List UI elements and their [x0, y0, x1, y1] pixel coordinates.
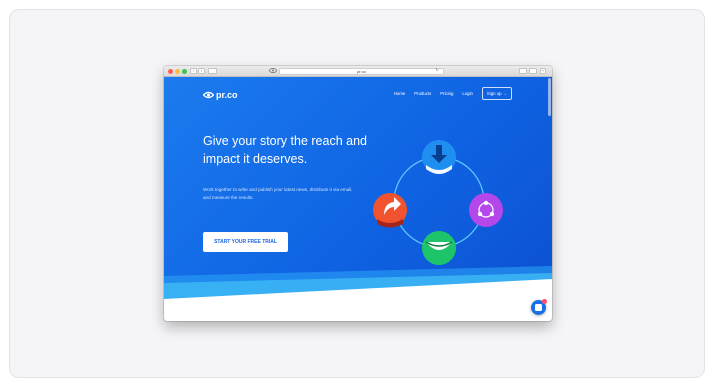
chat-bubble-icon [535, 304, 542, 311]
signup-button[interactable]: Sign up → [481, 87, 512, 100]
nav-pricing[interactable]: Pricing [440, 91, 453, 96]
pr-logo-icon [203, 91, 214, 99]
eye-icon[interactable] [268, 68, 277, 74]
site-logo[interactable]: pr.co [203, 90, 238, 100]
workflow-illustration [373, 140, 503, 265]
forward-button[interactable]: › [198, 68, 205, 74]
back-button[interactable]: ‹ [190, 68, 197, 74]
logo-text: pr.co [216, 90, 238, 100]
wave-footer [164, 266, 552, 321]
hero-subtitle: Work together to write and publish your … [203, 187, 353, 200]
start-free-trial-button[interactable]: START YOUR FREE TRIAL [203, 232, 288, 252]
chat-button[interactable] [531, 299, 547, 315]
top-nav: Home Products Pricing Login Sign up → [394, 87, 512, 100]
browser-window: ‹ › pr.co ↻ + pr.co Home Products Pricin… [164, 66, 552, 321]
reload-icon[interactable]: ↻ [434, 68, 440, 74]
nav-home[interactable]: Home [394, 91, 405, 96]
browser-titlebar: ‹ › pr.co ↻ + [164, 66, 552, 77]
network-icon [469, 193, 503, 227]
tabs-overview-icon[interactable] [529, 68, 537, 74]
maximize-window-button[interactable] [182, 69, 187, 74]
sidebar-toggle-icon[interactable] [208, 68, 217, 74]
nav-products[interactable]: Products [414, 91, 431, 96]
page-content: pr.co Home Products Pricing Login Sign u… [164, 77, 552, 321]
new-tab-icon[interactable]: + [540, 68, 546, 74]
scrollbar[interactable] [548, 78, 551, 116]
url-text: pr.co [357, 69, 366, 74]
hero-title: Give your story the reach and impact it … [203, 134, 367, 166]
share-icon [373, 193, 407, 228]
share-toolbar-icon[interactable] [519, 68, 527, 74]
close-window-button[interactable] [168, 69, 173, 74]
minimize-window-button[interactable] [175, 69, 180, 74]
notification-badge [542, 299, 547, 304]
nav-login[interactable]: Login [462, 91, 473, 96]
smile-icon [422, 231, 456, 265]
address-bar[interactable]: pr.co [279, 68, 444, 75]
download-icon [422, 140, 456, 174]
